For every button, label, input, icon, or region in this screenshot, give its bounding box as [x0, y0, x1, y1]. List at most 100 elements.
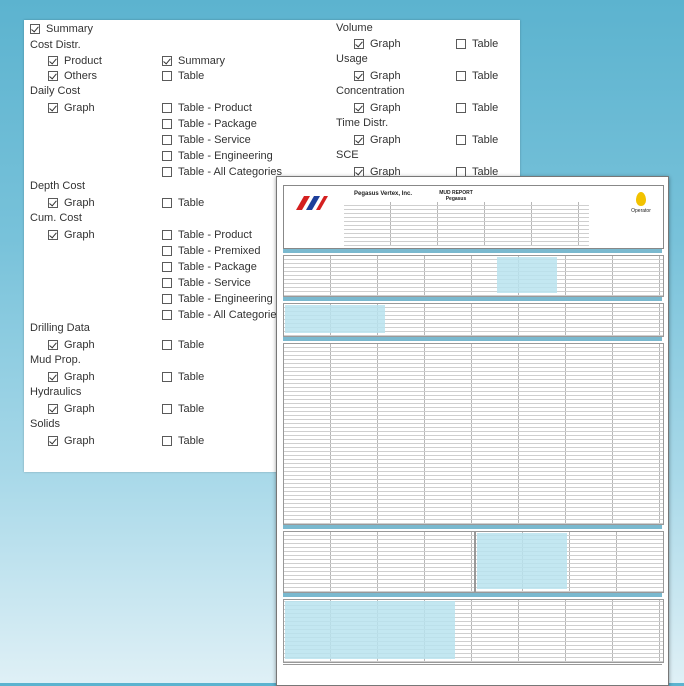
daily-cost-table-product-label: Table - Product: [178, 102, 252, 114]
cum-cost-table-service-checkbox[interactable]: [162, 278, 172, 288]
daily-cost-table-engineering-checkbox[interactable]: [162, 151, 172, 161]
cum-cost-table-package-option[interactable]: Table - Package: [162, 260, 257, 274]
daily-cost-table-engineering-option[interactable]: Table - Engineering: [162, 149, 273, 163]
cum-cost-heading: Cum. Cost: [30, 212, 82, 224]
cost-distr-product-checkbox[interactable]: [48, 56, 58, 66]
cum-cost-table-all-option[interactable]: Table - All Categories: [162, 308, 282, 322]
concentration-table-option[interactable]: Table: [456, 101, 498, 115]
hydraulics-graph-checkbox[interactable]: [48, 404, 58, 414]
cost-distr-others-label: Others: [64, 70, 98, 82]
volume-table-label: Table: [472, 38, 499, 50]
daily-cost-table-product-option[interactable]: Table - Product: [162, 101, 252, 115]
daily-cost-table-all-label: Table - All Categories: [178, 166, 282, 178]
mud-prop-table-label: Table: [178, 371, 205, 383]
cum-cost-table-engineering-label: Table - Engineering: [178, 293, 273, 305]
depth-cost-table-checkbox[interactable]: [162, 198, 172, 208]
mud-prop-heading: Mud Prop.: [30, 354, 81, 366]
cost-distr-others-checkbox[interactable]: [48, 71, 58, 81]
daily-cost-graph-option[interactable]: Graph: [48, 101, 95, 115]
daily-cost-table-package-option[interactable]: Table - Package: [162, 117, 257, 131]
report-section-band: [283, 297, 662, 301]
usage-graph-checkbox[interactable]: [354, 71, 364, 81]
usage-table-label: Table: [472, 70, 499, 82]
cost-distr-table-checkbox[interactable]: [162, 71, 172, 81]
volume-graph-option[interactable]: Graph: [354, 37, 401, 51]
concentration-heading: Concentration: [336, 85, 405, 97]
mud-prop-graph-checkbox[interactable]: [48, 372, 58, 382]
depth-cost-graph-option[interactable]: Graph: [48, 196, 95, 210]
cost-distr-others-option[interactable]: Others: [48, 69, 97, 83]
solids-table-checkbox[interactable]: [162, 436, 172, 446]
concentration-graph-option[interactable]: Graph: [354, 101, 401, 115]
daily-cost-table-all-option[interactable]: Table - All Categories: [162, 165, 282, 179]
daily-cost-table-service-checkbox[interactable]: [162, 135, 172, 145]
cum-cost-table-all-checkbox[interactable]: [162, 310, 172, 320]
drilling-data-graph-option[interactable]: Graph: [48, 338, 95, 352]
cum-cost-table-service-option[interactable]: Table - Service: [162, 276, 251, 290]
cum-cost-table-premixed-checkbox[interactable]: [162, 246, 172, 256]
mud-prop-graph-label: Graph: [64, 371, 95, 383]
summary-option[interactable]: Summary: [30, 22, 93, 36]
mud-prop-table-checkbox[interactable]: [162, 372, 172, 382]
drilling-data-graph-checkbox[interactable]: [48, 340, 58, 350]
usage-graph-label: Graph: [370, 70, 401, 82]
concentration-table-checkbox[interactable]: [456, 103, 466, 113]
report-header: Pegasus Vertex, Inc. MUD REPORT Pegasus …: [283, 185, 664, 249]
hydraulics-graph-label: Graph: [64, 403, 95, 415]
cum-cost-table-premixed-option[interactable]: Table - Premixed: [162, 244, 261, 258]
hydraulics-graph-option[interactable]: Graph: [48, 402, 95, 416]
usage-table-option[interactable]: Table: [456, 69, 498, 83]
daily-cost-table-service-option[interactable]: Table - Service: [162, 133, 251, 147]
daily-cost-graph-checkbox[interactable]: [48, 103, 58, 113]
time-distr-table-option[interactable]: Table: [456, 133, 498, 147]
concentration-graph-checkbox[interactable]: [354, 103, 364, 113]
hydraulics-table-option[interactable]: Table: [162, 402, 204, 416]
solids-table-option[interactable]: Table: [162, 434, 204, 448]
cum-cost-table-product-checkbox[interactable]: [162, 230, 172, 240]
cum-cost-graph-option[interactable]: Graph: [48, 228, 95, 242]
usage-table-checkbox[interactable]: [456, 71, 466, 81]
daily-cost-table-service-label: Table - Service: [178, 134, 251, 146]
drilling-data-table-option[interactable]: Table: [162, 338, 204, 352]
volume-table-option[interactable]: Table: [456, 37, 498, 51]
summary-label: Summary: [46, 23, 94, 35]
cum-cost-graph-checkbox[interactable]: [48, 230, 58, 240]
cost-distr-summary-checkbox[interactable]: [162, 56, 172, 66]
daily-cost-table-product-checkbox[interactable]: [162, 103, 172, 113]
cost-distr-product-label: Product: [64, 55, 102, 67]
time-distr-graph-option[interactable]: Graph: [354, 133, 401, 147]
volume-table-checkbox[interactable]: [456, 39, 466, 49]
hydraulics-table-checkbox[interactable]: [162, 404, 172, 414]
daily-cost-graph-label: Graph: [64, 102, 95, 114]
cost-distr-product-option[interactable]: Product: [48, 54, 102, 68]
report-section-band: [283, 249, 662, 253]
hydraulics-table-label: Table: [178, 403, 205, 415]
report-footer: [283, 664, 662, 679]
volume-graph-checkbox[interactable]: [354, 39, 364, 49]
cum-cost-table-engineering-option[interactable]: Table - Engineering: [162, 292, 273, 306]
summary-checkbox[interactable]: [30, 24, 40, 34]
depth-cost-graph-checkbox[interactable]: [48, 198, 58, 208]
report-highlight-cells: [285, 305, 385, 333]
cost-distr-summary-option[interactable]: Summary: [162, 54, 225, 68]
cost-distr-heading: Cost Distr.: [30, 39, 81, 51]
daily-cost-table-all-checkbox[interactable]: [162, 167, 172, 177]
cum-cost-table-package-checkbox[interactable]: [162, 262, 172, 272]
drilling-data-table-checkbox[interactable]: [162, 340, 172, 350]
time-distr-graph-checkbox[interactable]: [354, 135, 364, 145]
cum-cost-graph-label: Graph: [64, 229, 95, 241]
report-company-name: Pegasus Vertex, Inc.: [354, 191, 413, 197]
cum-cost-table-product-option[interactable]: Table - Product: [162, 228, 252, 242]
depth-cost-table-option[interactable]: Table: [162, 196, 204, 210]
time-distr-table-checkbox[interactable]: [456, 135, 466, 145]
cum-cost-table-engineering-checkbox[interactable]: [162, 294, 172, 304]
cost-distr-table-option[interactable]: Table: [162, 69, 204, 83]
solids-graph-checkbox[interactable]: [48, 436, 58, 446]
usage-graph-option[interactable]: Graph: [354, 69, 401, 83]
report-title: MUD REPORT Pegasus: [436, 190, 476, 202]
daily-cost-table-package-checkbox[interactable]: [162, 119, 172, 129]
mud-prop-graph-option[interactable]: Graph: [48, 370, 95, 384]
solids-graph-option[interactable]: Graph: [48, 434, 95, 448]
mud-prop-table-option[interactable]: Table: [162, 370, 204, 384]
concentration-table-label: Table: [472, 102, 499, 114]
